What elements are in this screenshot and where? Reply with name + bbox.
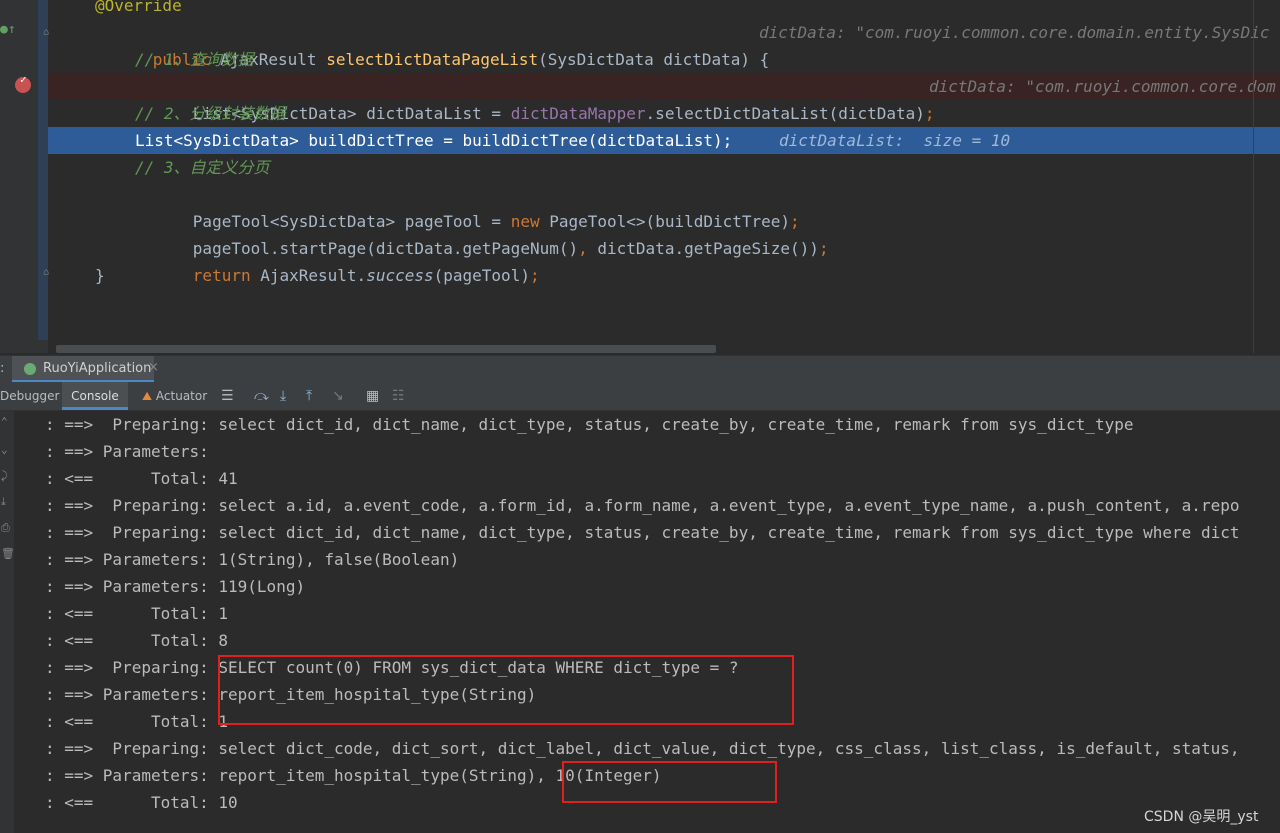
code-line-comment-2[interactable]: // 2、分级封装数据 bbox=[48, 100, 1280, 127]
highlight-box-count-query bbox=[218, 655, 794, 725]
editor-horizontal-scrollbar[interactable] bbox=[56, 345, 716, 353]
highlight-box-integer-param bbox=[562, 761, 777, 803]
step-out-icon[interactable]: ↘ bbox=[332, 388, 344, 404]
tab-debugger[interactable]: Debugger bbox=[0, 382, 59, 410]
code-editor[interactable]: ●↑ ⌂ ⌂ @Override public AjaxResult selec… bbox=[0, 0, 1280, 353]
tab-console[interactable]: Console bbox=[62, 382, 128, 410]
debug-inline-hint: dictData: "com.ruoyi.common.core.domain.… bbox=[759, 23, 1270, 42]
up-icon[interactable]: ⌃ bbox=[1, 415, 8, 428]
code-comment: // 2、分级封装数据 bbox=[135, 104, 286, 123]
debug-inline-hint: dictData: "com.ruoyi.common.core.dom bbox=[929, 77, 1276, 96]
console-line: : <== Total: 10 bbox=[45, 793, 238, 812]
evaluate-expression-icon[interactable]: ▦ bbox=[366, 388, 379, 404]
console-line: : <== Total: 41 bbox=[45, 469, 238, 488]
watermark: CSDN @吴明_yst bbox=[1144, 809, 1259, 825]
actuator-icon: ⛰ bbox=[142, 389, 153, 403]
step-into-icon[interactable]: ⤒ bbox=[306, 388, 312, 404]
code-line-comment-1[interactable]: // 1、查询数据 bbox=[48, 46, 1280, 73]
close-icon[interactable]: × bbox=[148, 360, 159, 375]
override-method-icon[interactable]: ●↑ bbox=[0, 22, 16, 37]
console-line: : <== Total: 1 bbox=[45, 712, 229, 731]
console-line: : ==> Parameters: 119(Long) bbox=[45, 577, 306, 596]
console-line: : ==> Preparing: select dict_id, dict_na… bbox=[45, 415, 1134, 434]
right-margin-guide bbox=[1253, 0, 1254, 353]
code-line-current-execution[interactable]: List<SysDictData> buildDictTree = buildD… bbox=[48, 127, 1280, 154]
code-line-return[interactable]: return AjaxResult.success(pageTool); bbox=[48, 235, 1280, 285]
show-execution-point-icon[interactable]: ⤼ bbox=[254, 388, 269, 404]
console-line: : <== Total: 8 bbox=[45, 631, 229, 650]
down-icon[interactable]: ⌄ bbox=[1, 443, 8, 456]
gutter-strip bbox=[38, 0, 48, 340]
console-line: : ==> Preparing: select dict_code, dict_… bbox=[45, 739, 1240, 758]
tab-actuator[interactable]: ⛰ Actuator bbox=[142, 382, 207, 410]
annotation-override: @Override bbox=[95, 0, 182, 15]
console-line: : ==> Preparing: select a.id, a.event_co… bbox=[45, 496, 1240, 515]
debug-toolbar: Debugger Console ⛰ Actuator ☰ ⤼ ⤓ ⤒ ↘ ▦ … bbox=[0, 382, 1280, 411]
code-comment: // 3、自定义分页 bbox=[135, 158, 270, 177]
run-tab-ruoyiapplication[interactable]: RuoYiApplication bbox=[12, 356, 154, 383]
scroll-to-end-icon[interactable]: ⤓ bbox=[1, 495, 6, 509]
spring-boot-icon bbox=[24, 363, 36, 375]
console-line: : ==> Preparing: select dict_id, dict_na… bbox=[45, 523, 1240, 542]
code-comment: // 1、查询数据 bbox=[135, 50, 254, 69]
code-line-comment-3[interactable]: // 3、自定义分页 bbox=[48, 154, 1280, 181]
clear-icon[interactable]: 🗑 bbox=[1, 547, 15, 560]
console-line: : ==> Parameters: bbox=[45, 442, 219, 461]
console-line: : ==> Parameters: 1(String), false(Boole… bbox=[45, 550, 460, 569]
run-tool-window-header: : RuoYiApplication × bbox=[0, 355, 1280, 383]
code-line-breakpoint[interactable]: List<SysDictData> dictDataList = dictDat… bbox=[48, 73, 1280, 123]
print-icon[interactable]: ⎙ bbox=[1, 521, 10, 535]
console-side-toolbar: ⌃ ⌄ ⤸ ⤓ ⎙ 🗑 bbox=[0, 411, 15, 833]
trace-icon[interactable]: ☷ bbox=[392, 388, 405, 404]
code-line-closing-brace[interactable]: } bbox=[48, 262, 1280, 289]
step-over-icon[interactable]: ⤓ bbox=[280, 388, 286, 404]
soft-wrap-icon[interactable]: ⤸ bbox=[1, 469, 8, 483]
breakpoint-icon[interactable] bbox=[15, 73, 31, 93]
code-line-method-signature[interactable]: public AjaxResult selectDictDataPageList… bbox=[48, 19, 1280, 69]
code-line-override[interactable]: @Override bbox=[48, 0, 1280, 19]
code-line-startpage[interactable]: pageTool.startPage(dictData.getPageNum()… bbox=[48, 208, 1280, 258]
code-statement: List<SysDictData> buildDictTree = buildD… bbox=[135, 131, 733, 150]
run-tab-label: RuoYiApplication bbox=[43, 361, 152, 376]
console-line: : <== Total: 1 bbox=[45, 604, 229, 623]
debug-inline-hint: dictDataList: size = 10 bbox=[779, 131, 1011, 150]
menu-icon[interactable]: ☰ bbox=[221, 388, 234, 404]
code-line-pagetool[interactable]: PageTool<SysDictData> pageTool = new Pag… bbox=[48, 181, 1280, 231]
